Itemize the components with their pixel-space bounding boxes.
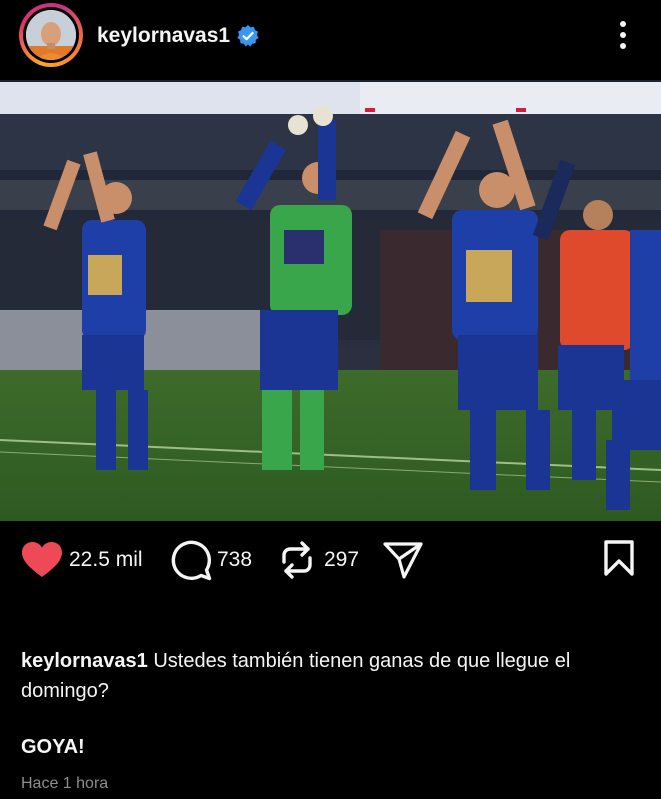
verified-badge-icon [236, 24, 260, 48]
like-count[interactable]: 22.5 mil [69, 548, 143, 572]
profile-photo [26, 10, 76, 60]
send-icon[interactable] [382, 539, 424, 586]
post-caption: keylornavas1 Ustedes también tienen gana… [21, 646, 641, 706]
bookmark-icon[interactable] [603, 539, 635, 582]
post-photo[interactable] [0, 80, 661, 521]
more-vertical-icon[interactable] [608, 18, 638, 52]
comment-icon[interactable] [170, 539, 212, 586]
comment-count[interactable]: 738 [217, 548, 252, 572]
caption-username[interactable]: keylornavas1 [21, 650, 148, 672]
repost-icon[interactable] [278, 539, 316, 586]
post-header: keylornavas1 [0, 0, 661, 80]
heart-icon[interactable] [21, 541, 63, 584]
username[interactable]: keylornavas1 [97, 24, 230, 48]
avatar[interactable] [19, 3, 83, 67]
avatar-ring-gap [23, 7, 79, 63]
repost-count[interactable]: 297 [324, 548, 359, 572]
caption-extra-line: GOYA! [21, 736, 85, 758]
action-bar: 22.5 mil 738 297 [0, 521, 661, 601]
post-timestamp: Hace 1 hora [21, 775, 109, 792]
